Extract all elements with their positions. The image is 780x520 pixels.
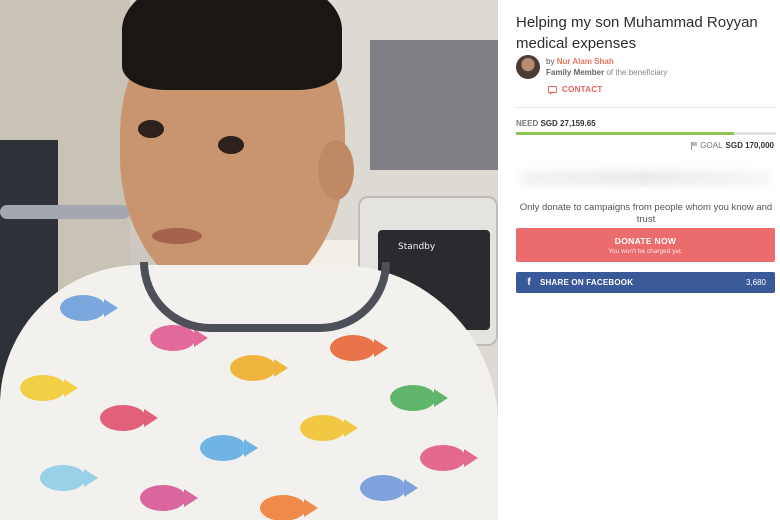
child-eye (138, 120, 164, 138)
organizer-role-suffix: of the beneficiary (606, 68, 668, 77)
bed-rail (0, 205, 130, 219)
donate-sublabel: You won't be charged yet. (608, 248, 683, 255)
child-eye (218, 136, 244, 154)
organizer-relationship: Family Member of the beneficiary (546, 68, 667, 77)
gown-fish-print (100, 405, 158, 431)
background-cabinet (370, 40, 498, 170)
flag-icon (691, 141, 698, 150)
organizer-role: Family Member (546, 68, 605, 77)
gown-fish-print (140, 485, 198, 511)
divider (516, 107, 776, 108)
by-prefix: by (546, 57, 555, 66)
gown-fish-print (300, 415, 358, 441)
donate-now-button[interactable]: DONATE NOW You won't be charged yet. (516, 228, 775, 262)
share-count: 3,680 (745, 278, 766, 287)
contact-label: CONTACT (562, 85, 603, 94)
gown-fish-print (390, 385, 448, 411)
gown-fish-print (330, 335, 388, 361)
gown-collar (140, 262, 390, 332)
gown-fish-print (60, 295, 118, 321)
child-hair (122, 0, 342, 90)
goal-label: GOAL (700, 141, 723, 150)
share-label: SHARE ON FACEBOOK (540, 278, 634, 287)
gown-fish-print (420, 445, 478, 471)
gown-fish-print (260, 495, 318, 520)
need-label: NEED (516, 119, 539, 128)
donation-notice: Only donate to campaigns from people who… (519, 202, 773, 225)
child-ear (318, 140, 354, 200)
share-facebook-button[interactable]: f SHARE ON FACEBOOK 3,680 (516, 272, 775, 293)
chat-bubble-icon (548, 86, 557, 95)
funding-goal: GOAL SGD 170,000 (691, 141, 774, 150)
gown-fish-print (20, 375, 78, 401)
gown-fish-print (40, 465, 98, 491)
funding-progress-bar (516, 132, 776, 135)
donate-label: DONATE NOW (614, 236, 677, 246)
child-mouth (152, 228, 202, 244)
goal-amount: SGD 170,000 (725, 141, 774, 150)
need-amount: SGD 27,159.65 (540, 119, 596, 128)
campaign-title: Helping my son Muhammad Royyan medical e… (516, 14, 758, 52)
contact-button[interactable]: CONTACT (548, 85, 603, 95)
campaign-sidebar: Helping my son Muhammad Royyan medical e… (498, 0, 780, 520)
gown-fish-print (230, 355, 288, 381)
organizer-avatar[interactable] (516, 55, 540, 79)
gown-fish-print (200, 435, 258, 461)
campaign-photo: Standby (0, 0, 498, 520)
monitor-label: Standby (398, 242, 436, 252)
blurred-content (520, 170, 770, 186)
facebook-icon: f (527, 277, 531, 288)
organizer-byline: by Nur Alam Shah (546, 57, 614, 66)
funding-need: NEED SGD 27,159.65 (516, 119, 596, 128)
organizer-name-link[interactable]: Nur Alam Shah (557, 57, 614, 66)
gown-fish-print (360, 475, 418, 501)
funding-progress-fill (516, 132, 735, 135)
